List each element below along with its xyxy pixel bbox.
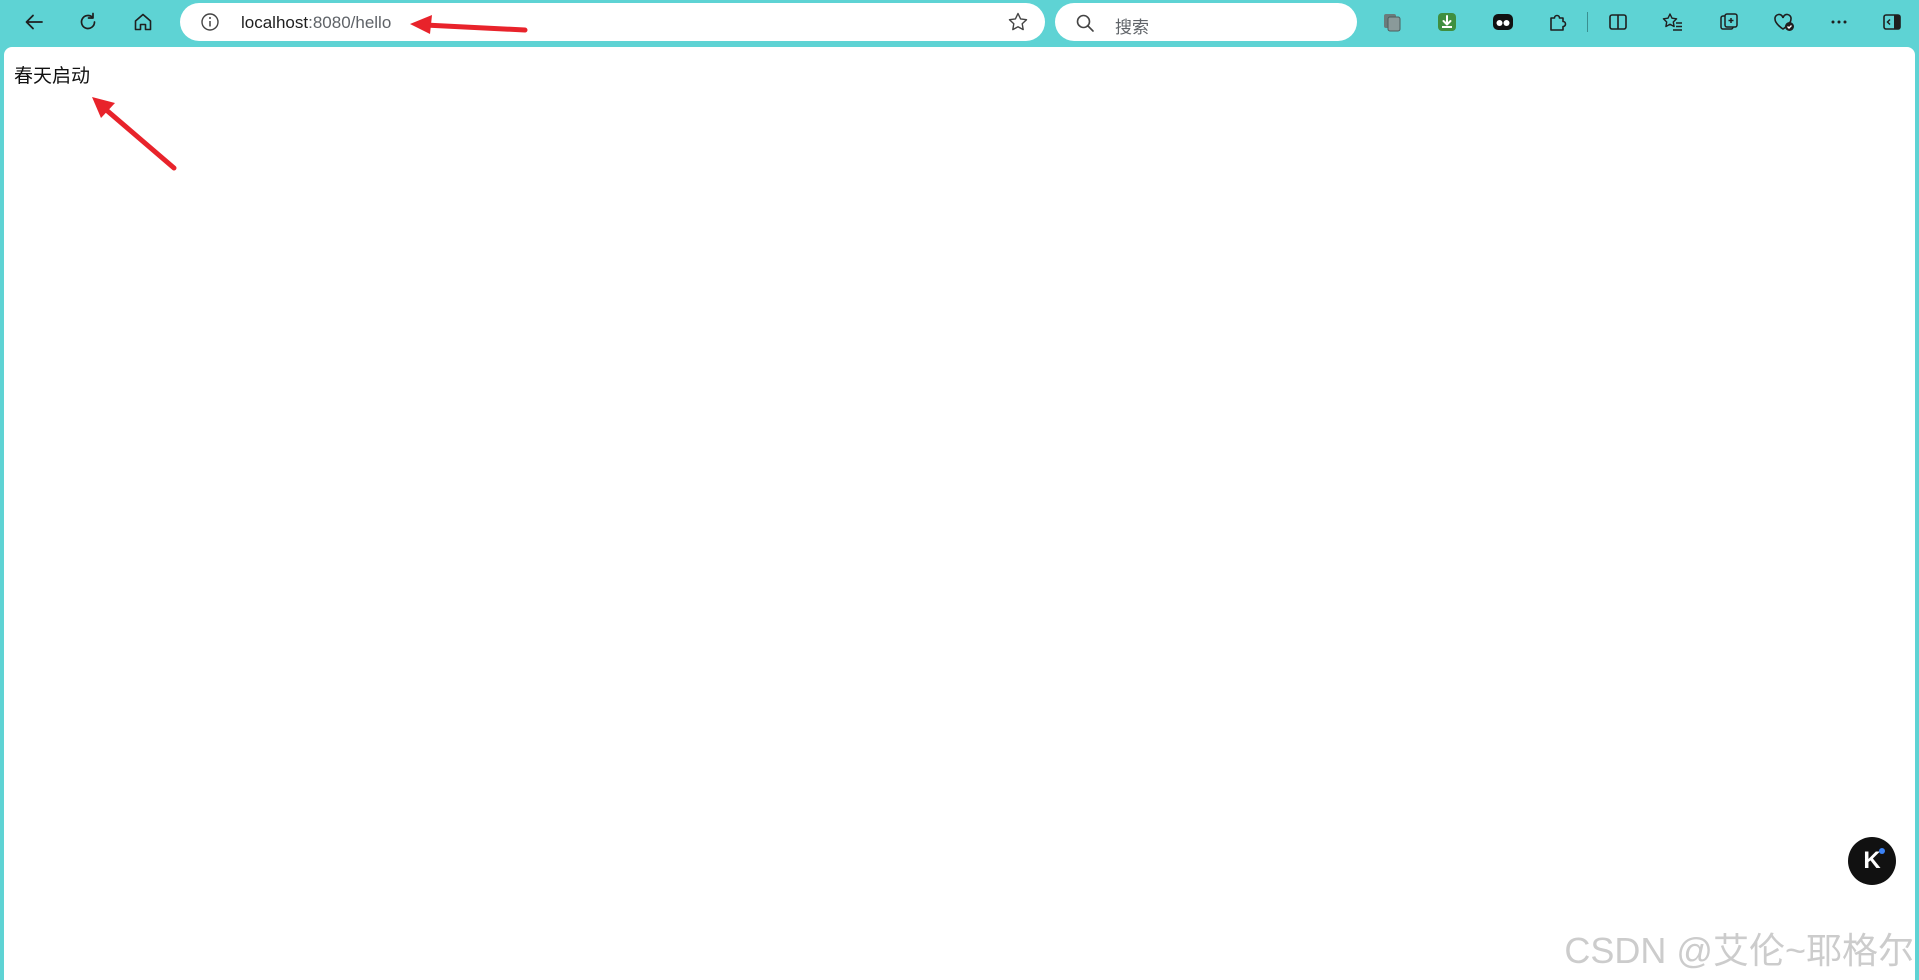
home-icon bbox=[134, 13, 152, 31]
download-app-button[interactable] bbox=[1429, 4, 1465, 40]
search-placeholder: 搜索 bbox=[1115, 18, 1149, 37]
tab-actions-icon bbox=[1384, 14, 1401, 32]
page-body-text: 春天启动 bbox=[14, 66, 91, 87]
browser-essentials-button[interactable] bbox=[1766, 4, 1802, 40]
split-screen-icon bbox=[1609, 14, 1627, 30]
browser-toolbar: localhost:8080/hello 搜索 bbox=[0, 0, 1919, 46]
toolbar-divider bbox=[1587, 12, 1588, 32]
sidebar-toggle-icon bbox=[1883, 14, 1901, 30]
url-path: :8080/hello bbox=[308, 13, 392, 32]
copilot-button[interactable] bbox=[1485, 4, 1521, 40]
favorites-button[interactable] bbox=[1655, 4, 1691, 40]
browser-essentials-icon bbox=[1774, 13, 1794, 31]
watermark: CSDN @艾伦~耶格尔 bbox=[1564, 930, 1914, 971]
extensions-button[interactable] bbox=[1539, 4, 1575, 40]
info-icon[interactable] bbox=[200, 12, 220, 32]
collections-button[interactable] bbox=[1711, 4, 1747, 40]
collections-icon bbox=[1720, 13, 1738, 30]
refresh-button[interactable] bbox=[70, 4, 106, 40]
search-box[interactable]: 搜索 bbox=[1055, 3, 1357, 41]
refresh-icon bbox=[80, 12, 96, 30]
address-bar[interactable]: localhost:8080/hello bbox=[180, 3, 1045, 41]
sidebar-toggle-button[interactable] bbox=[1874, 4, 1910, 40]
copilot-icon bbox=[1493, 14, 1513, 30]
extensions-icon bbox=[1550, 14, 1567, 31]
more-icon bbox=[1831, 20, 1847, 24]
favorite-star-icon[interactable] bbox=[1007, 11, 1029, 33]
search-icon bbox=[1076, 14, 1094, 32]
tab-actions-button[interactable] bbox=[1374, 4, 1410, 40]
floating-k-button[interactable]: K bbox=[1848, 837, 1896, 885]
url-host: localhost bbox=[241, 13, 309, 32]
download-app-icon bbox=[1438, 13, 1456, 31]
split-screen-button[interactable] bbox=[1600, 4, 1636, 40]
notification-dot bbox=[1879, 848, 1885, 854]
favorites-icon bbox=[1662, 13, 1682, 31]
page-viewport: 春天启动 bbox=[4, 47, 1915, 980]
home-button[interactable] bbox=[125, 4, 161, 40]
url-text[interactable]: localhost:8080/hello bbox=[241, 13, 391, 33]
back-button[interactable] bbox=[16, 4, 52, 40]
more-button[interactable] bbox=[1821, 4, 1857, 40]
back-arrow-icon bbox=[25, 14, 43, 30]
